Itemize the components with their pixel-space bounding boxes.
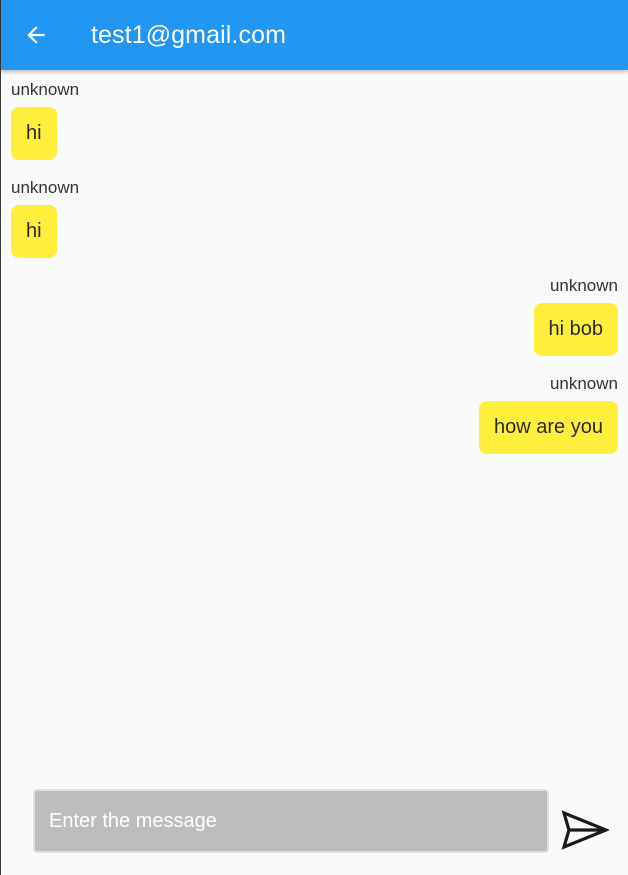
message-item: unknown hi: [11, 80, 618, 160]
message-sender: unknown: [11, 178, 80, 197]
message-bubble: hi bob: [533, 303, 618, 356]
back-button[interactable]: [1, 0, 71, 70]
message-input-container: [33, 789, 549, 853]
message-item: unknown hi: [11, 178, 618, 258]
message-bubble: how are you: [479, 401, 618, 454]
message-item: unknown how are you: [11, 374, 618, 454]
message-bubble: hi: [11, 107, 57, 160]
message-sender: unknown: [549, 374, 618, 393]
page-title: test1@gmail.com: [91, 20, 286, 49]
message-sender: unknown: [549, 276, 618, 295]
message-bubble: hi: [11, 205, 57, 258]
message-item: unknown hi bob: [11, 276, 618, 356]
send-button[interactable]: [559, 806, 611, 854]
chat-screen: test1@gmail.com unknown hi unknown hi un…: [0, 0, 628, 875]
message-list[interactable]: unknown hi unknown hi unknown hi bob unk…: [1, 70, 628, 775]
app-bar: test1@gmail.com: [1, 0, 628, 70]
arrow-back-icon: [27, 26, 45, 44]
message-sender: unknown: [11, 80, 80, 99]
send-icon: [561, 810, 609, 850]
message-input[interactable]: [35, 791, 547, 851]
